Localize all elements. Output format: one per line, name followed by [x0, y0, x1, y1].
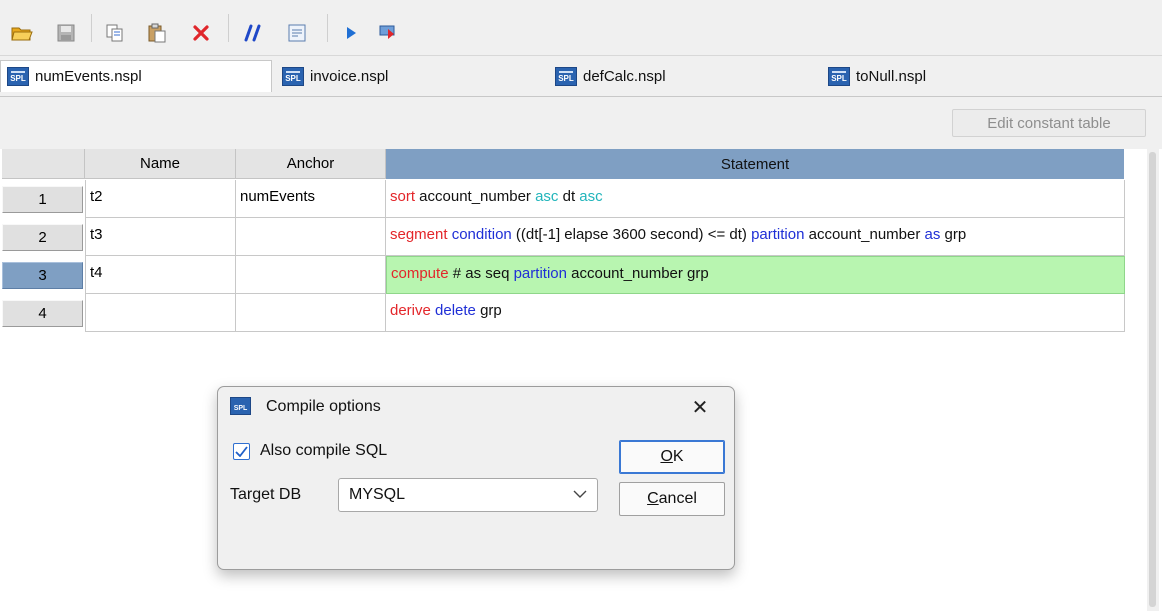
cell-statement[interactable]: compute # as seq partition account_numbe…: [386, 256, 1125, 294]
cell-statement[interactable]: segment condition ((dt[-1] elapse 3600 s…: [386, 218, 1125, 256]
scrollbar-thumb[interactable]: [1149, 152, 1156, 607]
cell-anchor[interactable]: [236, 294, 386, 332]
cell-name[interactable]: [85, 294, 236, 332]
tab-invoice[interactable]: SPL invoice.nspl: [276, 60, 546, 92]
header-anchor[interactable]: Anchor: [236, 149, 386, 179]
step-icon[interactable]: [378, 22, 400, 44]
statement-token: grp: [940, 226, 967, 243]
edit-constant-table-button[interactable]: Edit constant table: [952, 109, 1146, 137]
statement-token: partition: [513, 265, 567, 282]
statement-token: grp: [475, 302, 502, 319]
chevron-down-icon: [573, 490, 587, 498]
statement-token: dt: [558, 188, 580, 205]
statement-token: derive: [390, 302, 431, 319]
save-icon[interactable]: [55, 22, 77, 44]
comment-icon[interactable]: [242, 22, 264, 44]
also-compile-sql-checkbox[interactable]: [233, 443, 250, 460]
delete-icon[interactable]: [190, 22, 212, 44]
tab-label: toNull.nspl: [856, 67, 927, 85]
cell-name[interactable]: t4: [85, 256, 236, 294]
header-statement[interactable]: Statement: [386, 149, 1124, 179]
statement-token: condition: [451, 226, 512, 243]
ok-button[interactable]: OK: [619, 440, 725, 474]
grid-corner: [2, 149, 85, 179]
row-header-4[interactable]: 4: [2, 300, 83, 327]
statement-token: account_number: [804, 226, 925, 243]
also-compile-sql-label[interactable]: Also compile SQL: [260, 442, 387, 460]
cell-name[interactable]: t2: [85, 180, 236, 218]
toolbar: [0, 0, 1162, 56]
paste-icon[interactable]: [146, 22, 168, 44]
target-db-select[interactable]: MYSQL: [338, 478, 598, 512]
statement-token: account_number: [415, 188, 536, 205]
form-icon[interactable]: [286, 22, 308, 44]
cell-anchor[interactable]: [236, 256, 386, 294]
header-name[interactable]: Name: [85, 149, 236, 179]
tab-label: numEvents.nspl: [35, 68, 142, 85]
cell-anchor[interactable]: [236, 218, 386, 256]
spl-file-icon: SPL: [828, 66, 850, 86]
statement-token: account_number grp: [566, 265, 709, 282]
spl-app-icon: SPL: [230, 397, 251, 415]
target-db-label: Target DB: [230, 486, 302, 503]
row-header-1[interactable]: 1: [2, 186, 83, 213]
cancel-button[interactable]: Cancel: [619, 482, 725, 516]
tab-defcalc[interactable]: SPL defCalc.nspl: [549, 60, 819, 92]
statement-token: partition: [751, 226, 805, 243]
tab-label: invoice.nspl: [310, 67, 389, 85]
statement-token: as: [924, 226, 941, 243]
cell-statement[interactable]: sort account_number asc dt asc: [386, 180, 1125, 218]
tab-label: defCalc.nspl: [583, 67, 666, 85]
spl-file-icon: SPL: [7, 67, 29, 86]
statement-token: segment: [390, 226, 448, 243]
target-db-value: MYSQL: [349, 486, 406, 503]
tab-tonull[interactable]: SPL toNull.nspl: [822, 60, 1092, 92]
row-header-3[interactable]: 3: [2, 262, 83, 289]
statement-token: asc: [535, 188, 559, 205]
run-icon[interactable]: [340, 22, 362, 44]
tab-bar: SPL numEvents.nspl SPL invoice.nspl SPL …: [0, 56, 1162, 96]
statement-token: asc: [579, 188, 603, 205]
open-folder-icon[interactable]: [11, 22, 33, 44]
close-icon[interactable]: ✕: [688, 395, 712, 419]
spl-file-icon: SPL: [555, 66, 577, 86]
cell-anchor[interactable]: numEvents: [236, 180, 386, 218]
cell-name[interactable]: t3: [85, 218, 236, 256]
statement-token: compute: [391, 265, 449, 282]
statement-token: ((dt[-1] elapse 3600 second) <= dt): [511, 226, 752, 243]
statement-token: # as seq: [448, 265, 514, 282]
cell-statement[interactable]: derive delete grp: [386, 294, 1125, 332]
statement-token: delete: [435, 302, 476, 319]
spl-file-icon: SPL: [282, 66, 304, 86]
compile-options-dialog: SPL Compile options ✕ Also compile SQL T…: [217, 386, 735, 570]
copy-icon[interactable]: [104, 22, 126, 44]
dialog-title: Compile options: [266, 398, 381, 415]
tab-numevents[interactable]: SPL numEvents.nspl: [0, 60, 272, 92]
statement-token: sort: [390, 188, 416, 205]
row-header-2[interactable]: 2: [2, 224, 83, 251]
